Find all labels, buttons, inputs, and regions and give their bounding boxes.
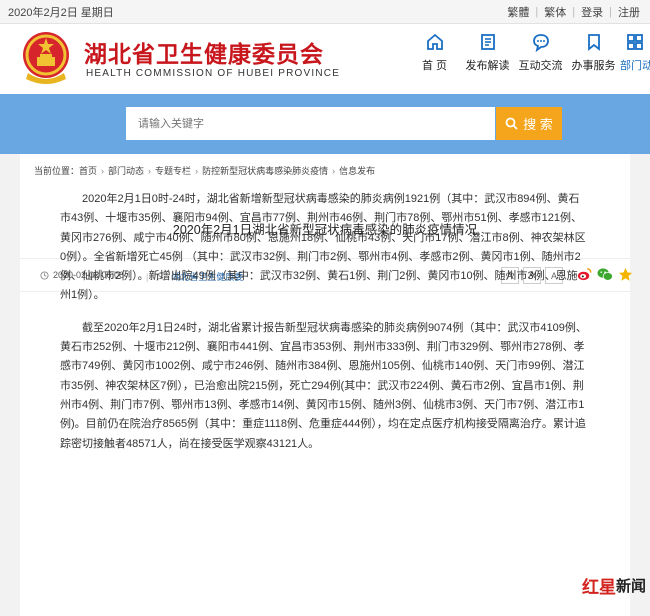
divider: | [572,5,576,18]
folder-icon [587,34,600,51]
clock-icon [40,270,49,280]
search-icon [505,117,518,130]
search-button[interactable]: 搜 索 [496,107,562,140]
wechat-icon[interactable] [597,267,613,287]
chevron-right-icon: › [195,165,199,176]
article-paragraph: 截至2020年2月1日24时，湖北省累计报告新型冠状病毒感染的肺炎病例9074例… [60,321,587,450]
site-title: 湖北省卫生健康委员会 [84,42,324,68]
chevron-right-icon: › [101,165,105,176]
site-header: 湖北省卫生健康委员会 HEALTH COMMISSION OF HUBEI PR… [0,24,650,94]
nav-label: 互动交流 [518,60,563,72]
main-nav: 首 页 发布解读 互动交流 办事服务 部门动 [408,32,650,73]
article-paragraph: 2020年2月1日0时-24时，湖北省新增新型冠状病毒感染的肺炎病例1921例（… [60,193,586,302]
star-icon[interactable] [618,267,633,287]
document-icon [480,34,495,50]
top-bar: 2020年2月2日 星期日 繁體 | 繁体 | 登录 | 注册 [0,0,650,24]
breadcrumb-prefix: 当前位置： [34,166,80,176]
chevron-right-icon: › [148,165,152,176]
login-link[interactable]: 登录 [581,4,603,20]
article-body: 2020年2月1日0时-24时，湖北省新增新型冠状病毒感染的肺炎病例1921例（… [60,190,588,467]
top-links: 繁體 | 繁体 | 登录 | 注册 [507,4,640,20]
nav-label: 发布解读 [465,60,510,72]
grid-icon [627,34,643,50]
chevron-right-icon: › [332,165,336,176]
home-icon [426,33,443,50]
nav-home[interactable]: 首 页 [408,32,461,73]
breadcrumb-special-topics[interactable]: 专题专栏 [155,164,191,177]
breadcrumb: 当前位置： 首页 › 部门动态 › 专题专栏 › 防控新型冠状病毒感染肺炎疫情 … [34,164,375,177]
nav-interaction[interactable]: 互动交流 [514,32,567,73]
nav-label: 首 页 [421,60,448,72]
breadcrumb-info-release[interactable]: 信息发布 [339,164,375,177]
traditional-chinese-link[interactable]: 繁體 [507,4,529,20]
chat-icon [532,34,549,52]
nav-label: 部门动 [620,60,650,72]
simplified-chinese-link[interactable]: 繁体 [544,4,566,20]
search-input[interactable] [126,107,495,140]
current-date: 2020年2月2日 星期日 [8,6,114,19]
register-link[interactable]: 注册 [618,4,640,20]
divider: | [535,5,539,18]
nav-releases[interactable]: 发布解读 [461,32,514,73]
search-band: 搜 索 [0,94,650,154]
divider: | [609,5,612,18]
site-subtitle: HEALTH COMMISSION OF HUBEI PROVINCE [86,68,341,79]
search-button-label: 搜 索 [523,117,553,132]
breadcrumb-home[interactable]: 首页 [79,164,97,177]
national-emblem-icon [23,32,69,84]
nav-label: 办事服务 [571,60,616,72]
breadcrumb-epidemic-control[interactable]: 防控新型冠状病毒感染肺炎疫情 [202,164,328,177]
nav-department-news[interactable]: 部门动 [620,32,650,73]
nav-services[interactable]: 办事服务 [567,32,620,73]
breadcrumb-department-news[interactable]: 部门动态 [108,164,144,177]
